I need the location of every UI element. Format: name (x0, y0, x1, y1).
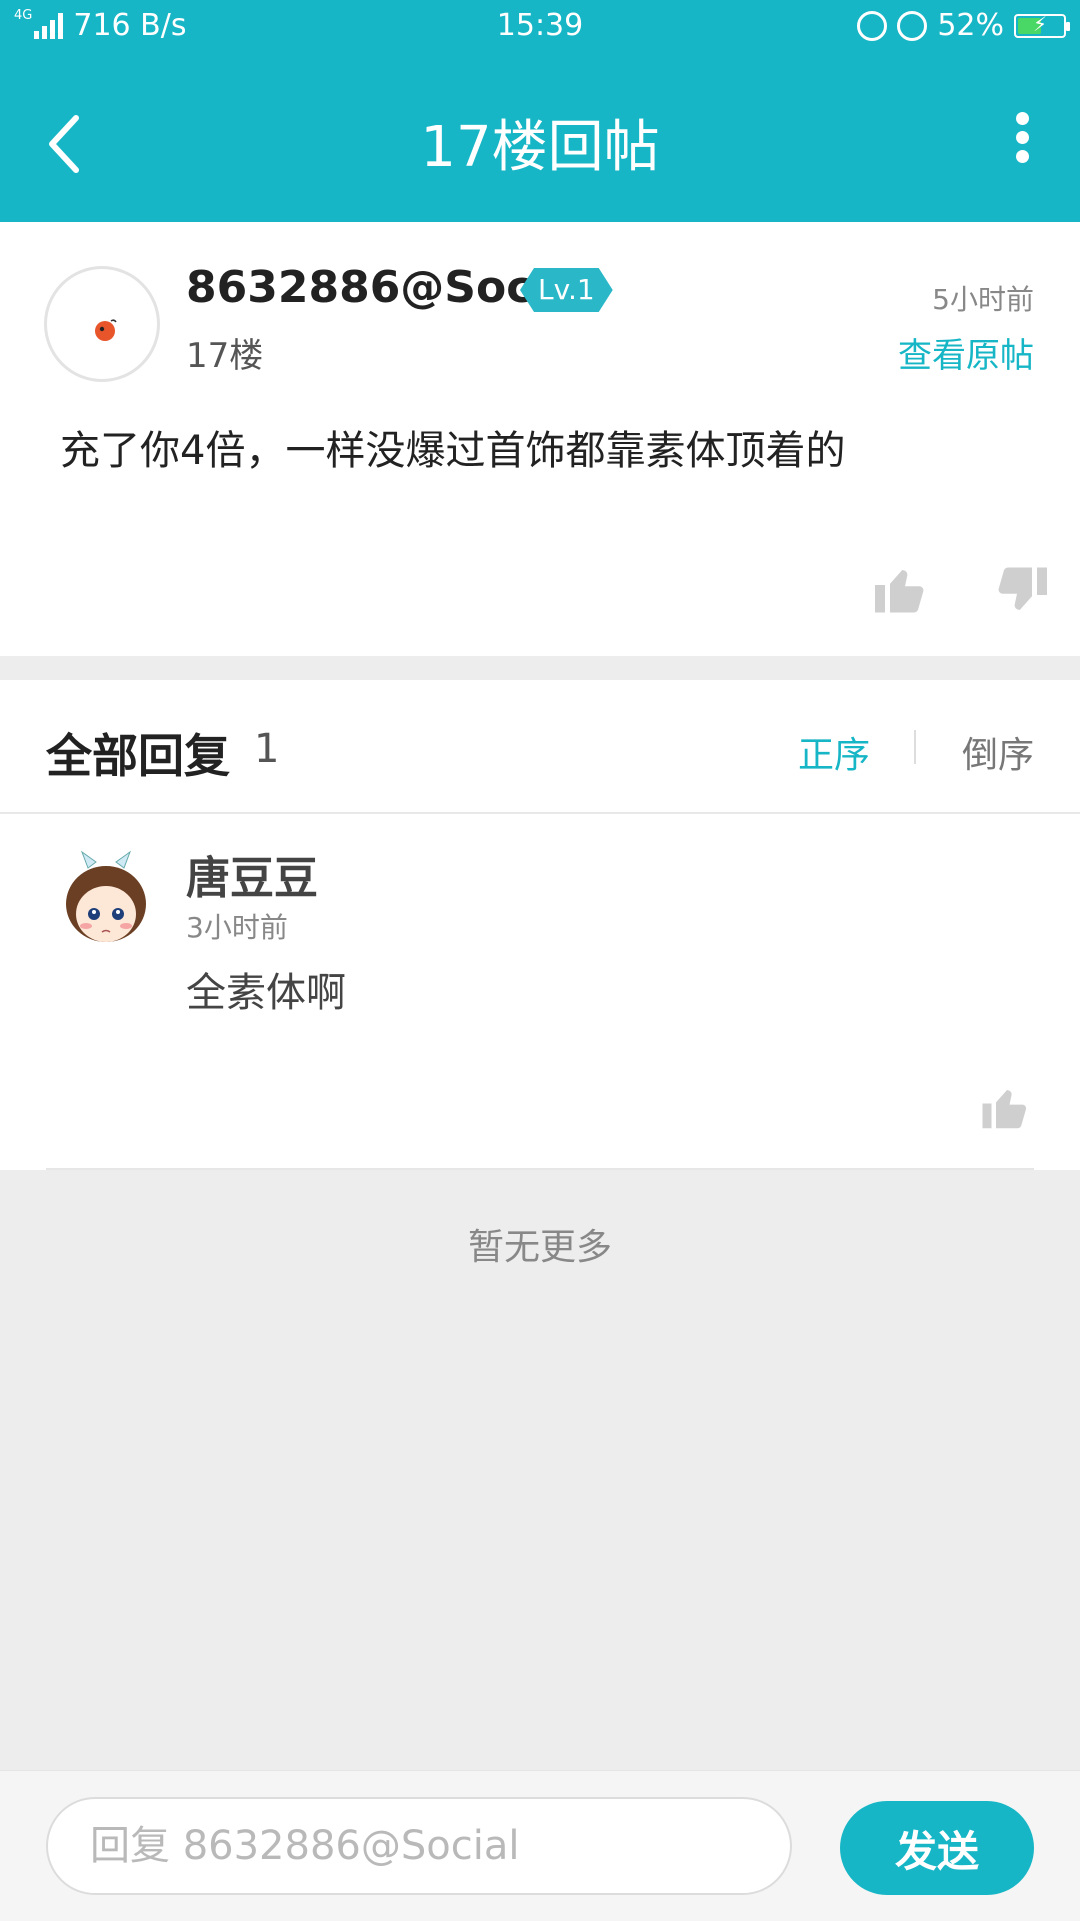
bird-avatar-icon (95, 319, 117, 341)
page-title: 17楼回帖 (420, 115, 660, 180)
no-more-label: 暂无更多 (467, 1227, 612, 1268)
replies-count: 1 (254, 726, 280, 772)
divider (46, 1168, 1034, 1170)
status-bar: 4G 716 B/s 15:39 52% ⚡ (0, 0, 1080, 54)
sort-descending-button[interactable]: 倒序 (962, 726, 1034, 778)
reply-input[interactable] (46, 1797, 792, 1895)
charging-icon: ⚡ (1032, 11, 1048, 36)
more-vertical-icon (1015, 112, 1029, 125)
reply-time: 3小时前 (186, 911, 288, 944)
post-card: 8632886@Social Lv.1 17楼 5小时前 查看原帖 充了你4倍，… (0, 222, 1080, 656)
status-right: 52% ⚡ (857, 8, 1070, 43)
reply-composer: 发送 (0, 1770, 1080, 1921)
dislike-button[interactable] (992, 560, 1052, 620)
battery-icon: ⚡ (1014, 11, 1070, 38)
reply-like-button[interactable] (978, 1080, 1032, 1136)
sort-divider (914, 730, 916, 764)
more-options-button[interactable] (1002, 106, 1042, 176)
replies-header: 全部回复 1 正序 倒序 (0, 680, 1080, 814)
level-badge: Lv.1 (520, 268, 613, 312)
replies-title: 全部回复 (46, 729, 230, 783)
reply-content: 全素体啊 (186, 970, 346, 1016)
reply-avatar[interactable] (50, 844, 162, 956)
battery-percent: 52% (937, 8, 1004, 43)
thumbs-up-icon (982, 1090, 1027, 1129)
thumbs-down-icon (998, 567, 1047, 610)
sort-ascending-button[interactable]: 正序 (798, 726, 870, 778)
view-original-link[interactable]: 查看原帖 (898, 328, 1034, 377)
reply-item: 唐豆豆 3小时前 全素体啊 (0, 814, 1080, 1170)
reply-author-name[interactable]: 唐豆豆 (186, 842, 318, 906)
author-avatar[interactable] (44, 266, 160, 382)
nav-bar: 17楼回帖 (0, 54, 1080, 222)
post-time: 5小时前 (932, 283, 1034, 316)
send-button[interactable]: 发送 (840, 1801, 1034, 1895)
floor-label: 17楼 (186, 336, 264, 376)
like-button[interactable] (870, 560, 930, 620)
thumbs-up-icon (875, 570, 924, 613)
alarm-icon (897, 10, 928, 41)
post-content: 充了你4倍，一样没爆过首饰都靠素体顶着的 (60, 428, 846, 474)
rotation-lock-icon (857, 10, 888, 41)
